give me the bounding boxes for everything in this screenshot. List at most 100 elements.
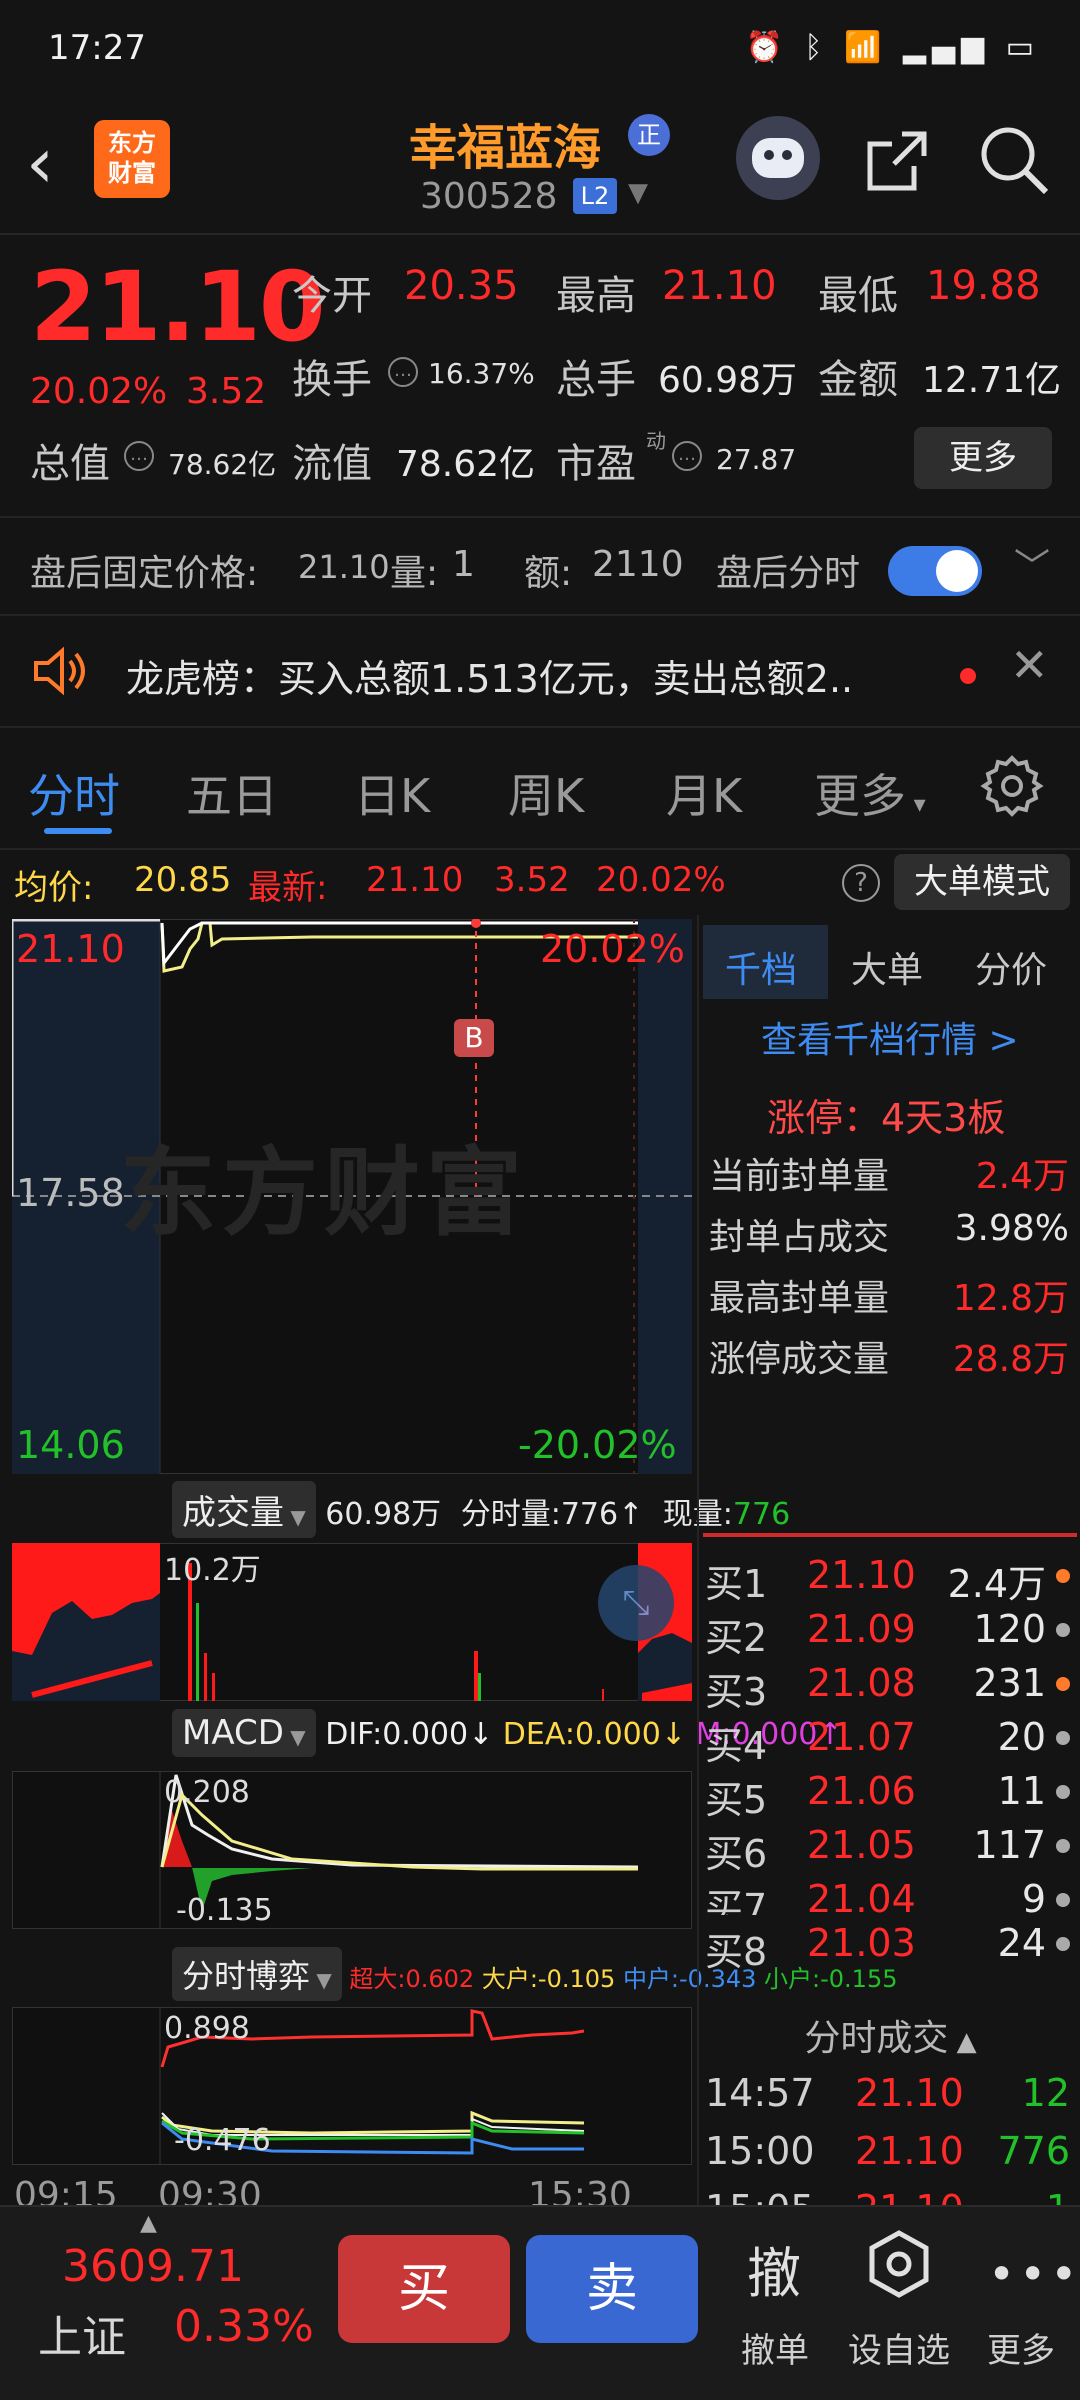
change-amount: 3.52 bbox=[186, 371, 267, 412]
share-icon[interactable] bbox=[862, 126, 932, 200]
bid-price: 21.10 bbox=[807, 1553, 916, 1597]
float-cap-label: 流值 bbox=[292, 441, 372, 487]
high-value: 21.10 bbox=[662, 263, 777, 309]
macd-top: 0.208 bbox=[164, 1775, 250, 1810]
after-hours-label: 盘后固定价格: bbox=[30, 553, 259, 594]
bid-label: 买5 bbox=[705, 1778, 768, 1822]
info-icon[interactable]: … bbox=[124, 441, 154, 471]
chevron-down-icon[interactable]: ▼ bbox=[628, 178, 648, 208]
level2-badge[interactable]: L2 bbox=[573, 178, 617, 214]
bid-label: 买4 bbox=[705, 1724, 768, 1768]
pe-label: 市盈 bbox=[556, 441, 636, 487]
tick-volume: 1 bbox=[1046, 2187, 1070, 2205]
seal-value: 2.4万 bbox=[975, 1156, 1069, 1197]
bid-price: 21.05 bbox=[807, 1823, 916, 1867]
status-icons: ⏰ ᛒ 📶 ▂▄▆ ▭ bbox=[746, 30, 1040, 65]
seal-label: 封单占成交 bbox=[709, 1217, 890, 1258]
index-percent[interactable]: 0.33% bbox=[174, 2301, 314, 2352]
game-chart[interactable] bbox=[12, 2007, 692, 2165]
info-icon[interactable]: … bbox=[388, 357, 418, 387]
sell-button[interactable]: 卖 bbox=[526, 2235, 698, 2343]
help-icon[interactable]: ? bbox=[842, 864, 880, 902]
view-qiandang-link[interactable]: 查看千档行情 > bbox=[761, 1011, 1019, 1063]
signal-icon: ▂▄▆ bbox=[902, 30, 991, 65]
unread-dot bbox=[960, 668, 976, 684]
axis-top-percent: 20.02% bbox=[540, 927, 685, 971]
subtab-qiandang[interactable]: 千档 bbox=[725, 941, 797, 993]
tab-daily-k[interactable]: 日K bbox=[354, 760, 430, 826]
bid-dot bbox=[1056, 1677, 1070, 1691]
caret-up-icon[interactable]: ▲ bbox=[140, 2211, 157, 2236]
change-percent: 20.02% bbox=[30, 371, 168, 412]
more-button[interactable]: 更多 bbox=[914, 427, 1052, 489]
close-icon[interactable]: ✕ bbox=[1010, 638, 1049, 692]
after-hours-amt-label: 额: bbox=[524, 553, 573, 594]
status-time: 17:27 bbox=[48, 28, 146, 68]
add-watchlist-icon[interactable] bbox=[864, 2229, 934, 2303]
bid-price: 21.04 bbox=[807, 1877, 916, 1915]
settings-gear-icon[interactable] bbox=[980, 754, 1044, 822]
float-cap-value: 78.62亿 bbox=[396, 444, 536, 485]
subtab-price-dist[interactable]: 分价 bbox=[975, 941, 1047, 993]
time-axis: 09:15 09:30 15:30 bbox=[14, 2175, 694, 2205]
last-price: 21.10 bbox=[30, 251, 326, 363]
index-value[interactable]: 3609.71 bbox=[62, 2241, 244, 2292]
assistant-robot-icon[interactable] bbox=[736, 116, 820, 200]
seal-value: 12.8万 bbox=[952, 1278, 1069, 1319]
tab-five-day[interactable]: 五日 bbox=[186, 760, 278, 826]
active-tab-indicator bbox=[44, 828, 112, 834]
ticks-list[interactable]: 14:57 21.10 12 15:00 21.10 776 15:05 21.… bbox=[699, 2065, 1080, 2205]
chevron-down-icon[interactable]: ﹀ bbox=[1014, 538, 1050, 590]
tab-fenshi[interactable]: 分时 bbox=[28, 760, 120, 826]
macd-dif: DIF:0.000↓ bbox=[325, 1717, 494, 1752]
bid-label: 买3 bbox=[705, 1670, 768, 1714]
big-order-mode-button[interactable]: 大单模式 bbox=[894, 854, 1070, 910]
add-watchlist-label[interactable]: 设自选 bbox=[842, 2323, 956, 2372]
game-bottom: -0.476 bbox=[174, 2123, 271, 2158]
fenshi-volume: 分时量:776↑ bbox=[460, 1497, 644, 1532]
cancel-order-icon[interactable]: 撤 bbox=[736, 2229, 812, 2308]
order-book-tail[interactable]: 买8 21.03 24 bbox=[699, 1915, 1080, 1999]
latest-percent: 20.02% bbox=[596, 860, 726, 900]
after-hours-toggle[interactable] bbox=[888, 546, 982, 596]
low-value: 19.88 bbox=[926, 263, 1041, 309]
macd-selector[interactable]: MACD ▼ bbox=[172, 1709, 316, 1757]
index-name[interactable]: 上证 bbox=[38, 2301, 126, 2365]
tab-monthly-k[interactable]: 月K bbox=[666, 760, 742, 826]
volume-chart[interactable] bbox=[12, 1543, 692, 1701]
tick-volume: 776 bbox=[997, 2129, 1070, 2173]
open-value: 20.35 bbox=[404, 263, 519, 309]
tab-weekly-k[interactable]: 周K bbox=[508, 760, 584, 826]
time-0915: 09:15 bbox=[14, 2175, 118, 2205]
amount-label: 金额 bbox=[818, 357, 898, 403]
volume-label: 总手 bbox=[556, 357, 636, 403]
latest-label: 最新: bbox=[248, 868, 328, 908]
expand-icon[interactable]: ⤡ bbox=[598, 1565, 674, 1641]
seal-value: 3.98% bbox=[954, 1208, 1069, 1249]
order-book[interactable]: 买1 21.10 2.4万 买2 21.09 120 买3 21.08 231 … bbox=[699, 1553, 1080, 1915]
macd-chart[interactable] bbox=[12, 1771, 692, 1929]
info-icon[interactable]: … bbox=[672, 441, 702, 471]
volume-total: 60.98万 bbox=[325, 1497, 442, 1532]
subtab-big-orders[interactable]: 大单 bbox=[851, 941, 923, 993]
bid-volume: 20 bbox=[997, 1715, 1046, 1759]
bid-dot bbox=[1056, 1893, 1070, 1907]
bid-label: 买7 bbox=[705, 1886, 768, 1915]
avg-value: 20.85 bbox=[134, 860, 232, 900]
tick-price: 21.10 bbox=[855, 2187, 964, 2205]
search-icon[interactable] bbox=[978, 124, 1050, 200]
buy-marker[interactable]: B bbox=[454, 1019, 494, 1057]
volume-selector[interactable]: 成交量 ▼ bbox=[172, 1481, 316, 1538]
buy-button[interactable]: 买 bbox=[338, 2235, 510, 2343]
seal-label: 当前封单量 bbox=[709, 1156, 890, 1197]
more-dots-icon[interactable]: ••• bbox=[988, 2247, 1080, 2301]
news-ticker[interactable]: 龙虎榜：买入总额1.513亿元，卖出总额2.. ✕ bbox=[0, 616, 1080, 728]
game-selector[interactable]: 分时博弈 ▼ bbox=[172, 1947, 342, 2001]
chart-area: 东方财富 B 21.10 20.02% 17.58 14.06 -20.02% … bbox=[0, 915, 897, 2205]
ticks-header[interactable]: 分时成交 ▲ bbox=[699, 2009, 1080, 2061]
cancel-order-label[interactable]: 撤单 bbox=[730, 2323, 820, 2372]
bid-price: 21.07 bbox=[807, 1715, 916, 1759]
more-label[interactable]: 更多 bbox=[976, 2323, 1066, 2372]
tab-more[interactable]: 更多 ▾ bbox=[814, 760, 926, 826]
bid-volume: 9 bbox=[1021, 1877, 1046, 1915]
